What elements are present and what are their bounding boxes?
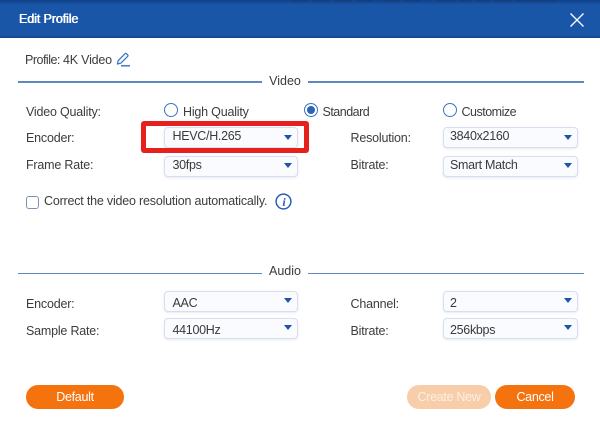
svg-text:i: i	[282, 195, 286, 209]
